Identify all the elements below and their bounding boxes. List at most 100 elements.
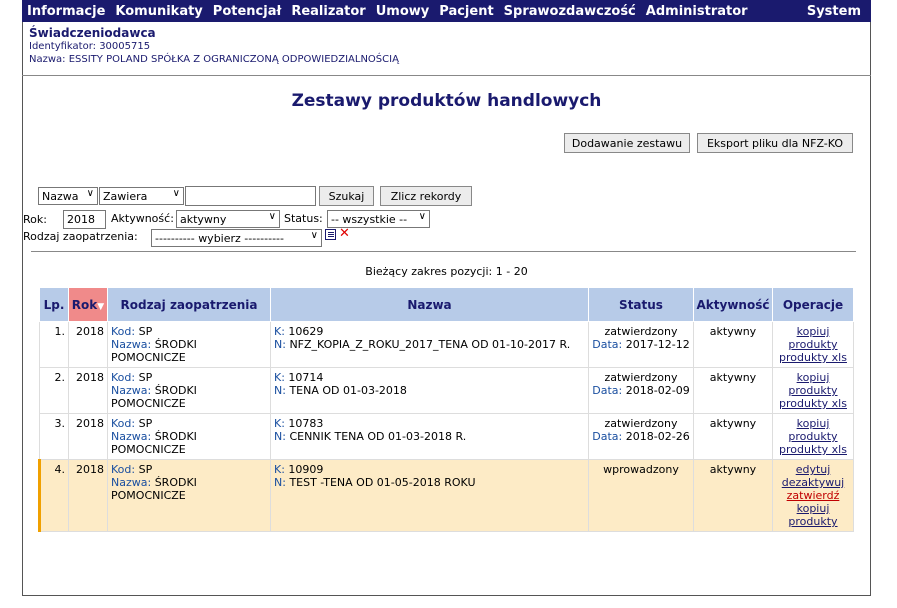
operator-select[interactable]: Zawiera ∨ <box>99 187 184 205</box>
menu-komunikaty[interactable]: Komunikaty <box>115 4 202 19</box>
col-rok-label: Rok <box>71 297 98 312</box>
k-label: K: <box>274 463 285 476</box>
cell-aktywnosc: aktywny <box>693 367 773 414</box>
provider-info: Świadczeniodawca Identyfikator: 30005715… <box>29 26 399 66</box>
op-link[interactable]: kopiuj <box>776 417 850 430</box>
cell-status: wprowadzony <box>588 459 694 532</box>
cell-rodzaj: Kod: SP Nazwa: ŚRODKI POMOCNICZE <box>107 321 271 368</box>
set-code: 10714 <box>288 371 324 384</box>
op-link[interactable]: kopiuj <box>776 502 850 515</box>
col-status[interactable]: Status <box>588 287 694 322</box>
operator-select-value: Zawiera <box>103 189 148 203</box>
op-link[interactable]: produkty <box>776 338 850 351</box>
year-label: Rok: <box>23 213 47 226</box>
cell-rok: 2018 <box>68 321 108 368</box>
cell-rok: 2018 <box>68 367 108 414</box>
date-label: Data: <box>592 430 623 443</box>
status-select-value: -- wszystkie -- <box>331 212 408 226</box>
op-link[interactable]: kopiuj <box>776 325 850 338</box>
n-label: N: <box>274 384 286 397</box>
status-date: 2018-02-26 <box>625 430 690 443</box>
cell-rodzaj: Kod: SP Nazwa: ŚRODKI POMOCNICZE <box>107 413 271 460</box>
op-link[interactable]: produkty <box>776 515 850 528</box>
set-code: 10629 <box>288 325 324 338</box>
status-value: zatwierdzony <box>604 325 678 338</box>
op-link[interactable]: kopiuj <box>776 371 850 384</box>
divider <box>22 75 871 76</box>
cell-lp: 1. <box>39 321 69 368</box>
menu-administrator[interactable]: Administrator <box>646 4 748 19</box>
chevron-down-icon: ∨ <box>418 211 426 222</box>
search-button[interactable]: Szukaj <box>319 186 374 206</box>
provider-id: Identyfikator: 30005715 <box>29 41 151 52</box>
col-lp[interactable]: Lp. <box>39 287 69 322</box>
chevron-down-icon: ∨ <box>86 188 94 199</box>
kod-label: Kod: <box>111 417 136 430</box>
col-aktywnosc[interactable]: Aktywność <box>693 287 773 322</box>
cell-lp: 3. <box>39 413 69 460</box>
col-rodzaj[interactable]: Rodzaj zaopatrzenia <box>107 287 271 322</box>
export-nfz-button[interactable]: Eksport pliku dla NFZ-KO <box>697 133 853 153</box>
clear-icon[interactable]: ✕ <box>339 226 350 241</box>
cell-rodzaj: Kod: SP Nazwa: ŚRODKI POMOCNICZE <box>107 459 271 532</box>
set-name: CENNIK TENA OD 01-03-2018 R. <box>289 430 467 443</box>
cell-rok: 2018 <box>68 413 108 460</box>
op-link[interactable]: produkty xls <box>776 397 850 410</box>
status-value: zatwierdzony <box>604 371 678 384</box>
nazwa-label: Nazwa: <box>111 384 152 397</box>
menu-informacje[interactable]: Informacje <box>27 4 105 19</box>
col-rok[interactable]: Rok▼ <box>68 287 108 322</box>
cell-operacje: kopiuj produkty produkty xls <box>772 413 854 460</box>
supply-select[interactable]: ---------- wybierz ---------- ∨ <box>151 229 322 247</box>
status-value: wprowadzony <box>603 463 679 476</box>
cell-nazwa: K: 10909 N: TEST -TENA OD 01-05-2018 ROKU <box>270 459 589 532</box>
op-link[interactable]: edytuj <box>776 463 850 476</box>
n-label: N: <box>274 476 286 489</box>
op-link[interactable]: produkty xls <box>776 443 850 456</box>
date-label: Data: <box>592 384 623 397</box>
range-info: Bieżący zakres pozycji: 1 - 20 <box>365 265 528 278</box>
table-header: Lp. Rok▼ Rodzaj zaopatrzenia Nazwa Statu… <box>39 287 854 322</box>
field-select[interactable]: Nazwa ∨ <box>38 187 98 205</box>
nazwa-label: Nazwa: <box>111 430 152 443</box>
cell-operacje: kopiuj produkty produkty xls <box>772 367 854 414</box>
op-link[interactable]: zatwierdź <box>776 489 850 502</box>
main-menu: Informacje Komunikaty Potencjał Realizat… <box>22 0 871 22</box>
op-link[interactable]: dezaktywuj <box>776 476 850 489</box>
year-input[interactable]: 2018 <box>63 210 106 229</box>
add-set-button[interactable]: Dodawanie zestawu <box>564 133 690 153</box>
kod-value: SP <box>138 325 153 338</box>
activity-select[interactable]: aktywny ∨ <box>176 210 280 228</box>
chevron-down-icon: ∨ <box>268 211 276 222</box>
search-input[interactable] <box>185 186 316 206</box>
kod-label: Kod: <box>111 325 136 338</box>
cell-operacje: kopiuj produkty produkty xls <box>772 321 854 368</box>
table-row: 4. 2018 Kod: SP Nazwa: ŚRODKI POMOCNICZE K: … <box>38 459 854 532</box>
status-label: Status: <box>284 212 323 225</box>
supply-label: Rodzaj zaopatrzenia: <box>23 230 138 243</box>
menu-sprawozdawczosc[interactable]: Sprawozdawczość <box>504 4 636 19</box>
menu-umowy[interactable]: Umowy <box>376 4 430 19</box>
date-label: Data: <box>592 338 623 351</box>
page-title: Zestawy produktów handlowych <box>291 91 602 111</box>
op-link[interactable]: produkty <box>776 430 850 443</box>
op-link[interactable]: produkty xls <box>776 351 850 364</box>
table-row: 1. 2018 Kod: SP Nazwa: ŚRODKI POMOCNICZE K: … <box>39 321 854 368</box>
menu-system[interactable]: System <box>807 4 861 19</box>
col-nazwa[interactable]: Nazwa <box>270 287 589 322</box>
count-records-button[interactable]: Zlicz rekordy <box>380 186 472 206</box>
list-icon[interactable] <box>325 229 336 240</box>
menu-potencjal[interactable]: Potencjał <box>213 4 282 19</box>
kod-value: SP <box>138 417 153 430</box>
chevron-down-icon: ∨ <box>172 188 180 199</box>
product-sets-table: Lp. Rok▼ Rodzaj zaopatrzenia Nazwa Statu… <box>38 287 854 532</box>
sort-desc-icon: ▼ <box>97 301 105 312</box>
table-row: 2. 2018 Kod: SP Nazwa: ŚRODKI POMOCNICZE K: … <box>39 367 854 414</box>
kod-value: SP <box>138 371 153 384</box>
provider-name: Nazwa: ESSITY POLAND SPÓŁKA Z OGRANICZON… <box>29 54 399 65</box>
menu-pacjent[interactable]: Pacjent <box>439 4 493 19</box>
op-link[interactable]: produkty <box>776 384 850 397</box>
status-date: 2017-12-12 <box>625 338 690 351</box>
menu-realizator[interactable]: Realizator <box>291 4 365 19</box>
col-operacje: Operacje <box>772 287 854 322</box>
